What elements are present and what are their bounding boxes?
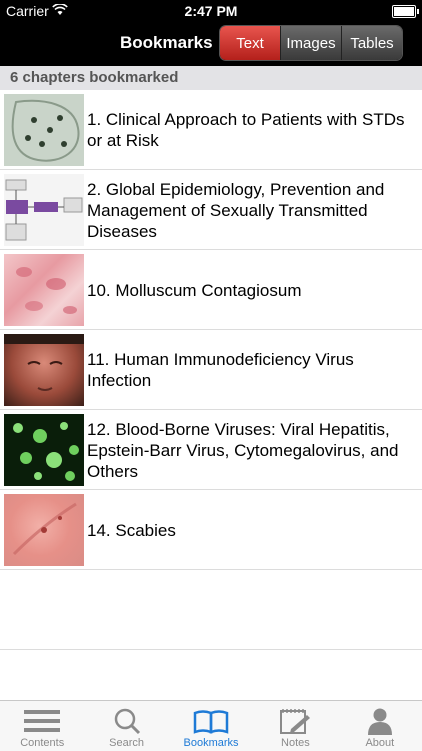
- bookmark-row[interactable]: 1. Clinical Approach to Patients with ST…: [0, 90, 422, 170]
- bookmark-row[interactable]: 14. Scabies: [0, 490, 422, 570]
- section-header: 6 chapters bookmarked: [0, 66, 422, 90]
- chapter-thumbnail: [4, 254, 84, 326]
- bookmark-row[interactable]: 2. Global Epidemiology, Prevention and M…: [0, 170, 422, 250]
- open-book-icon: [193, 707, 229, 735]
- tab-label: Search: [109, 737, 145, 749]
- notepad-icon: [277, 707, 313, 735]
- bookmark-title: 10. Molluscum Contagiosum: [87, 280, 302, 300]
- tab-label: About: [365, 737, 395, 749]
- tab-about[interactable]: About: [338, 701, 422, 751]
- tab-label: Bookmarks: [183, 737, 239, 749]
- battery-icon: [392, 5, 419, 18]
- content-type-segmented-control: Text Images Tables: [220, 26, 402, 60]
- chapter-thumbnail: [4, 94, 84, 166]
- segment-tables[interactable]: Tables: [341, 26, 402, 60]
- segment-text[interactable]: Text: [220, 26, 280, 60]
- tab-search[interactable]: Search: [84, 701, 168, 751]
- search-icon: [109, 707, 145, 735]
- segment-images[interactable]: Images: [280, 26, 341, 60]
- navigation-bar: Bookmarks Text Images Tables: [0, 22, 422, 66]
- tab-label: Notes: [281, 737, 310, 749]
- tab-contents[interactable]: Contents: [0, 701, 84, 751]
- bookmark-title: 14. Scabies: [87, 520, 176, 540]
- empty-row: [0, 570, 422, 650]
- clock: 2:47 PM: [184, 3, 238, 19]
- page-title: Bookmarks: [120, 33, 213, 52]
- chapter-thumbnail: [4, 174, 84, 246]
- bookmark-row[interactable]: 12. Blood-Borne Viruses: Viral Hepatitis…: [0, 410, 422, 490]
- tab-label: Contents: [20, 737, 65, 749]
- bookmark-row[interactable]: 10. Molluscum Contagiosum: [0, 250, 422, 330]
- tab-bookmarks[interactable]: Bookmarks: [169, 701, 253, 751]
- bookmark-title: 11. Human Immunodeficiency Virus Infecti…: [87, 350, 354, 390]
- bookmark-title: 12. Blood-Borne Viruses: Viral Hepatitis…: [87, 419, 399, 481]
- tab-bar: Contents Search Bookmarks Notes About: [0, 700, 422, 751]
- person-icon: [362, 707, 398, 735]
- status-bar: Carrier 2:47 PM: [0, 0, 422, 22]
- menu-lines-icon: [24, 707, 61, 735]
- chapter-thumbnail: [4, 494, 84, 566]
- bookmark-title: 2. Global Epidemiology, Prevention and M…: [87, 179, 385, 241]
- chapter-thumbnail: [4, 414, 84, 486]
- bookmark-title: 1. Clinical Approach to Patients with ST…: [87, 110, 405, 150]
- chapter-thumbnail: [4, 334, 84, 406]
- bookmark-row[interactable]: 11. Human Immunodeficiency Virus Infecti…: [0, 330, 422, 410]
- bookmark-list: 1. Clinical Approach to Patients with ST…: [0, 90, 422, 650]
- tab-notes[interactable]: Notes: [253, 701, 337, 751]
